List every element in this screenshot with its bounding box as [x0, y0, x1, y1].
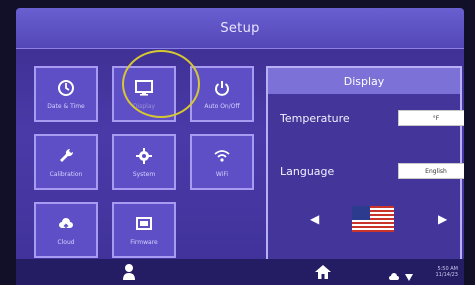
tile-label: Firmware: [130, 239, 158, 246]
tile-label: Date & Time: [47, 103, 85, 110]
temperature-row: Temperature °F: [280, 110, 464, 126]
cloud-icon: [56, 214, 76, 234]
temperature-select[interactable]: °F: [398, 110, 464, 126]
tile-label: Auto On/Off: [204, 103, 240, 110]
panel-title: Display: [343, 74, 385, 88]
us-flag: [352, 206, 394, 232]
user-icon[interactable]: [122, 263, 136, 285]
tile-auto-on-off[interactable]: Auto On/Off: [190, 66, 254, 122]
title-bar: Setup: [16, 8, 464, 49]
tile-wifi[interactable]: WiFi: [190, 134, 254, 190]
cloud-status-icon: [388, 267, 400, 285]
language-row: Language English: [280, 163, 464, 179]
clock-readout: 5:50 AM 11/14/23: [436, 266, 458, 278]
tile-label: System: [132, 171, 156, 178]
tile-date-time[interactable]: Date & Time: [34, 66, 98, 122]
tile-label: Cloud: [57, 239, 75, 246]
wifi-status-icon: [404, 267, 414, 285]
gear-icon: [134, 146, 154, 166]
panel-header: Display: [268, 68, 460, 94]
next-language-arrow[interactable]: ▶: [438, 212, 447, 226]
home-icon[interactable]: [314, 263, 332, 285]
language-select[interactable]: English: [398, 163, 464, 179]
tile-label: WiFi: [215, 171, 229, 178]
firmware-icon: [134, 214, 154, 234]
tile-firmware[interactable]: Firmware: [112, 202, 176, 258]
clock-icon: [56, 78, 76, 98]
tile-system[interactable]: System: [112, 134, 176, 190]
display-panel: Display Temperature °F Language English …: [266, 66, 464, 262]
bottom-bar: 5:50 AM 11/14/23: [16, 259, 464, 285]
temperature-label: Temperature: [280, 111, 350, 125]
setup-screen: Setup Date & Time Display Auto On/Off Ca…: [16, 8, 464, 285]
prev-language-arrow[interactable]: ◀: [310, 212, 319, 226]
tile-cloud[interactable]: Cloud: [34, 202, 98, 258]
selection-highlight-ring: [122, 50, 200, 118]
wifi-icon: [212, 146, 232, 166]
tile-label: Calibration: [49, 171, 83, 178]
page-title: Setup: [220, 20, 260, 36]
power-icon: [212, 78, 232, 98]
wrench-icon: [56, 146, 76, 166]
language-label: Language: [280, 164, 335, 178]
date-text: 11/14/23: [435, 272, 458, 278]
tile-calibration[interactable]: Calibration: [34, 134, 98, 190]
